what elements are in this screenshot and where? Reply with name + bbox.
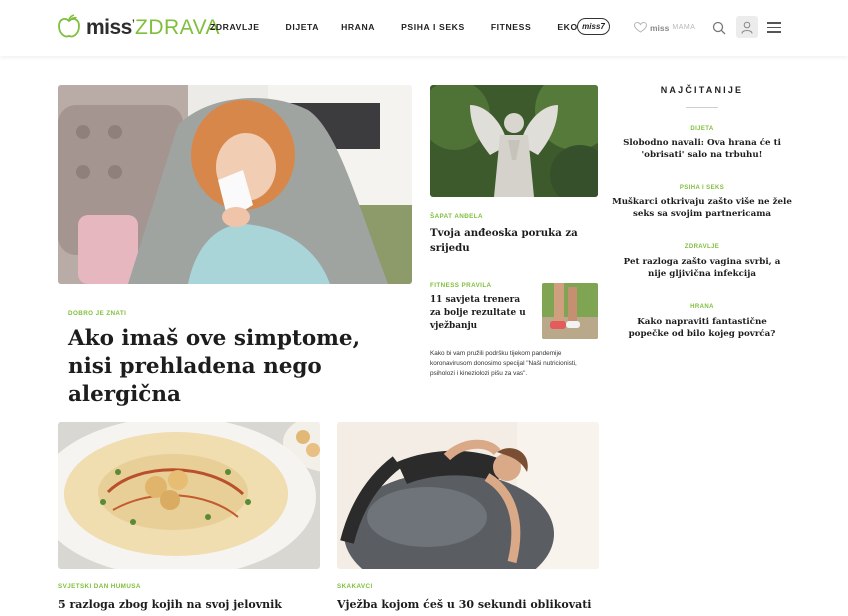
exercise-image[interactable] xyxy=(337,422,599,569)
sidebar-divider xyxy=(686,107,718,108)
nav-item-psiha-i-seks[interactable]: PSIHA I SEKS xyxy=(401,22,465,32)
sidebar-item-category[interactable]: PSIHA I SEKS xyxy=(612,185,792,191)
hummus-bowl-image xyxy=(58,422,320,569)
sidebar-item-category[interactable]: DIJETA xyxy=(612,126,792,132)
site-header: miss’ZDRAVA ZDRAVLJE DIJETA HRANA PSIHA … xyxy=(0,0,848,56)
menu-line xyxy=(767,26,781,28)
site-logo[interactable]: miss’ZDRAVA xyxy=(56,12,220,42)
sidebar-item-title[interactable]: Kako napraviti fantastične popečke od bi… xyxy=(618,316,786,340)
logo-zdrava: ZDRAVA xyxy=(135,15,221,39)
fitness-title[interactable]: 11 savjeta trenera za bolje rezultate u … xyxy=(430,294,532,333)
hummus-image[interactable] xyxy=(58,422,320,569)
search-icon[interactable] xyxy=(712,21,726,35)
angel-image[interactable] xyxy=(430,85,598,197)
running-legs-image xyxy=(542,283,598,339)
nav-item-eko[interactable]: EKO xyxy=(557,22,577,32)
menu-line xyxy=(767,31,781,33)
nav-item-zdravlje[interactable]: ZDRAVLJE xyxy=(210,22,260,32)
heart-icon xyxy=(634,22,647,33)
hummus-title[interactable]: 5 razloga zbog kojih na svoj jelovnik xyxy=(58,597,328,612)
user-glyph-icon xyxy=(741,21,753,34)
exercise-title[interactable]: Vježba kojom ćeš u 30 sekundi oblikovati xyxy=(337,597,607,612)
logo-miss: miss xyxy=(86,15,132,39)
sidebar-heading: NAJČITANIJE xyxy=(660,85,744,95)
sidebar-item-title[interactable]: Pet razloga zašto vagina svrbi, a nije g… xyxy=(618,256,786,280)
menu-line xyxy=(767,22,781,24)
miss7-badge[interactable]: miss7 xyxy=(577,18,610,35)
sidebar-item-title[interactable]: Muškarci otkrivaju zašto više ne žele se… xyxy=(612,196,792,220)
user-icon[interactable] xyxy=(736,16,758,38)
nav-item-fitness[interactable]: FITNESS xyxy=(491,22,532,32)
hero-category[interactable]: DOBRO JE ZNATI xyxy=(68,310,126,317)
exercise-category[interactable]: SKAKAVCI xyxy=(337,583,373,590)
nav-item-hrana[interactable]: HRANA xyxy=(341,22,375,32)
logo-wordmark: miss’ZDRAVA xyxy=(86,17,220,38)
missmama-miss: miss xyxy=(650,22,670,33)
missmama-link[interactable]: miss MAMA xyxy=(634,22,695,33)
hummus-category[interactable]: SVJETSKI DAN HUMUSA xyxy=(58,583,141,590)
missmama-mama: MAMA xyxy=(672,24,696,31)
sidebar-item-category[interactable]: HRANA xyxy=(612,304,792,310)
fitness-thumbnail[interactable] xyxy=(542,283,598,339)
woman-sneezing-image xyxy=(58,85,412,284)
sidebar-item-title[interactable]: Slobodno navali: Ova hrana će ti 'obrisa… xyxy=(618,137,786,161)
sidebar-item-category[interactable]: ZDRAVLJE xyxy=(612,244,792,250)
main-nav: ZDRAVLJE DIJETA HRANA PSIHA I SEKS FITNE… xyxy=(210,22,604,32)
angel-category[interactable]: ŠAPAT ANĐELA xyxy=(430,213,483,220)
angel-statue-image xyxy=(430,85,598,197)
nav-item-dijeta[interactable]: DIJETA xyxy=(286,22,320,32)
fitness-category[interactable]: FITNESS PRAVILA xyxy=(430,282,492,289)
hero-image[interactable] xyxy=(58,85,412,284)
woman-exercise-ball-image xyxy=(337,422,599,569)
apple-logo-icon xyxy=(58,14,80,38)
hamburger-menu-icon[interactable] xyxy=(767,22,781,33)
hero-title[interactable]: Ako imaš ove simptome, nisi prehladena n… xyxy=(68,325,398,409)
fitness-body: Kako bi vam pružili podršku tijekom pand… xyxy=(430,350,577,378)
angel-title[interactable]: Tvoja anđeoska poruka za srijedu xyxy=(430,226,580,256)
